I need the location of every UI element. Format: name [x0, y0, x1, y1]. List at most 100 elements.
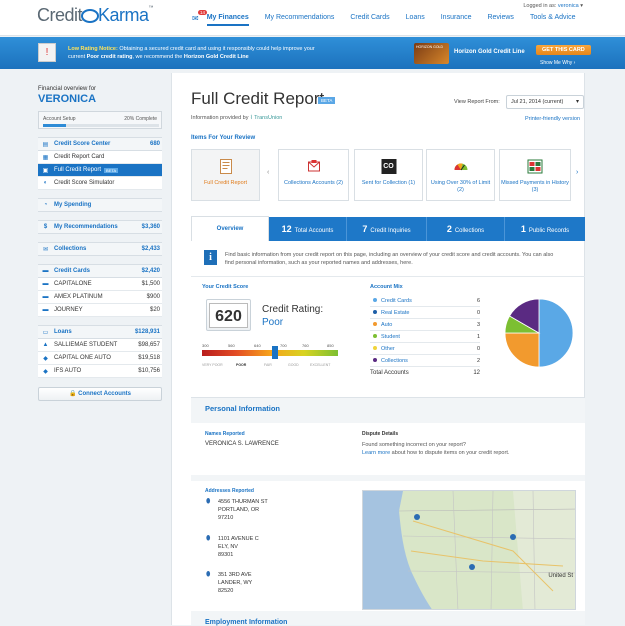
account-mix-row[interactable]: Student 1 — [370, 331, 480, 343]
sidebar-sections: ▤ Credit Score Center 680 ▦ Credit Report Ca… — [38, 137, 162, 378]
car-icon: ◆ — [43, 355, 48, 362]
tab-overview[interactable]: Overview — [191, 216, 269, 241]
sidebar-section: ✉ Collections $2,433 — [38, 242, 162, 256]
sidebar-item-salliemae-student[interactable]: ▲ SALLIEMAE STUDENT $98,657 — [38, 339, 162, 352]
nav-tools-advice[interactable]: Tools & Advice — [530, 14, 576, 26]
tab-public-records[interactable]: 1 Public Records — [505, 217, 585, 241]
nav-my-recommendations[interactable]: My Recommendations — [265, 14, 335, 26]
sidebar-item-credit-report-card[interactable]: ▦ Credit Report Card — [38, 151, 162, 164]
review-item-sent-for-collection[interactable]: CO Sent for Collection (1) — [354, 149, 423, 201]
gauge-icon — [453, 163, 467, 171]
credit-score-title: Your Credit Score — [202, 284, 249, 290]
account-mix-title: Account Mix — [370, 284, 403, 290]
sidebar-item-capitalone[interactable]: ▬ CAPITALONE $1,500 — [38, 278, 162, 291]
nav-reviews[interactable]: Reviews — [487, 14, 513, 26]
setup-progress-fill — [43, 124, 67, 127]
account-mix-row[interactable]: Credit Cards 6 — [370, 295, 480, 307]
legend-dot — [373, 310, 377, 314]
sidebar-item-credit-score-center[interactable]: ▤ Credit Score Center 680 — [38, 138, 162, 151]
nav-credit-cards[interactable]: Credit Cards — [350, 14, 389, 26]
co-icon: CO — [381, 159, 396, 174]
document-icon — [219, 159, 232, 174]
map-pin-icon: ⬮ — [206, 498, 211, 505]
get-this-card-button[interactable]: GET THIS CARD — [536, 45, 591, 55]
legend-dot — [373, 358, 377, 362]
name-reported: VERONICA S. LAWRENCE — [205, 441, 279, 447]
sidebar-item-loans[interactable]: ▭ Loans $128,931 — [38, 326, 162, 339]
logo-credit: Credit — [37, 5, 83, 25]
tab-credit-inquiries[interactable]: 7 Credit Inquiries — [347, 217, 427, 241]
simulator-icon: ◐ — [43, 180, 48, 186]
chevron-right-icon[interactable]: › — [576, 169, 578, 176]
tab-collections[interactable]: 2 Collections — [427, 217, 505, 241]
credit-rating-label: Credit Rating: — [262, 304, 324, 315]
account-mix-row[interactable]: Collections 2 — [370, 355, 480, 367]
items-for-review-title: Items For Your Review — [191, 135, 256, 141]
sidebar: Financial overview for VERONICA Account … — [38, 86, 162, 401]
credit-karma-logo[interactable]: Credit Karma™ — [37, 5, 153, 26]
beta-badge: BETA — [318, 97, 336, 104]
car-icon: ◆ — [43, 368, 48, 375]
sidebar-item-my-recommendations[interactable]: $ My Recommendations $3,360 — [38, 221, 162, 234]
mail-count-badge: 14 — [198, 10, 208, 15]
learn-more-link[interactable]: Learn more — [362, 450, 390, 456]
sidebar-item-amex-platinum[interactable]: ▬ AMEX PLATINUM $900 — [38, 291, 162, 304]
account-mix-pie — [504, 298, 574, 368]
account-mix-row[interactable]: Auto 3 — [370, 319, 480, 331]
user-name: VERONICA — [38, 93, 97, 105]
document-icon: ▣ — [42, 167, 49, 174]
report-card-icon: ▦ — [42, 154, 49, 161]
report-date-select[interactable]: Jul 21, 2014 (current) ▾ — [506, 95, 584, 109]
legend-dot — [373, 334, 377, 338]
printer-friendly-link[interactable]: Printer-friendly version — [525, 116, 580, 122]
card-image[interactable]: HORIZON GOLD — [414, 43, 449, 64]
user-menu[interactable]: veronica — [558, 3, 579, 9]
review-items: Full Credit Report ‹ Collections Account… — [191, 149, 585, 201]
review-item-using-over-30[interactable]: Using Over 30% of Limit (2) — [426, 149, 495, 201]
review-item-missed-payments[interactable]: Missed Payments in History (3) — [499, 149, 571, 201]
chevron-left-icon[interactable]: ‹ — [267, 169, 269, 176]
mail-icon[interactable]: ✉ 14 — [192, 10, 208, 26]
page-title: Full Credit Report — [191, 89, 325, 108]
low-rating-banner: ! Low Rating Notice: Obtaining a secured… — [0, 37, 625, 69]
calendar-icon — [527, 159, 543, 174]
info-text: Find basic information from your credit … — [225, 252, 554, 266]
review-item-collections-accounts[interactable]: Collections Accounts (2) — [278, 149, 349, 201]
credit-score-box: 620 — [206, 299, 251, 331]
sidebar-item-ifs-auto[interactable]: ◆ IFS AUTO $10,756 — [38, 365, 162, 378]
account-mix-row[interactable]: Other 0 — [370, 343, 480, 355]
main-nav: ✉ 14 My Finances My Recommendations Credi… — [192, 10, 591, 26]
sidebar-item-credit-score-simulator[interactable]: ◐ Credit Score Simulator — [38, 177, 162, 190]
names-reported-label: Names Reported — [205, 431, 245, 437]
dollar-icon: $ — [43, 224, 48, 230]
sidebar-item-my-spending[interactable]: ◔ My Spending — [38, 199, 162, 212]
connect-accounts-button[interactable]: 🔒 Connect Accounts — [38, 387, 162, 401]
sidebar-item-collections[interactable]: ✉ Collections $2,433 — [38, 243, 162, 256]
account-mix-row[interactable]: Real Estate 0 — [370, 307, 480, 319]
review-item-full-credit-report[interactable]: Full Credit Report — [191, 149, 260, 201]
nav-loans[interactable]: Loans — [406, 14, 425, 26]
address-map[interactable]: United St — [362, 490, 576, 610]
warning-notice-icon: ! — [38, 43, 56, 62]
logo-ring-icon — [81, 9, 100, 23]
nav-my-finances[interactable]: My Finances — [206, 14, 249, 26]
sidebar-item-journey[interactable]: ▬ JOURNEY $20 — [38, 304, 162, 317]
banner-card-name[interactable]: Horizon Gold Credit Line — [454, 49, 525, 55]
legend-dot — [373, 322, 377, 326]
map-graphic — [363, 491, 575, 609]
credit-rating-value: Poor — [262, 317, 284, 328]
show-me-why-link[interactable]: Show Me Why › — [540, 60, 575, 66]
tab-total-accounts[interactable]: 12 Total Accounts — [269, 217, 347, 241]
card-icon: ▬ — [42, 268, 49, 274]
account-setup-progress[interactable]: Account Setup 20% Complete — [38, 111, 162, 129]
nav-insurance[interactable]: Insurance — [441, 14, 472, 26]
credit-score-value: 620 — [209, 303, 248, 328]
sidebar-section: ◔ My Spending — [38, 198, 162, 212]
sidebar-item-credit-cards[interactable]: ▬ Credit Cards $2,420 — [38, 265, 162, 278]
info-icon: i — [204, 250, 217, 265]
sidebar-item-full-credit-report[interactable]: ▣ Full Credit Report BETA — [38, 164, 162, 177]
transunion-logo-icon: ⌇ — [250, 115, 253, 121]
dispute-question: Found something incorrect on your report… — [362, 442, 466, 448]
sidebar-item-capital-one-auto[interactable]: ◆ CAPITAL ONE AUTO $19,518 — [38, 352, 162, 365]
sidebar-section: $ My Recommendations $3,360 — [38, 220, 162, 234]
